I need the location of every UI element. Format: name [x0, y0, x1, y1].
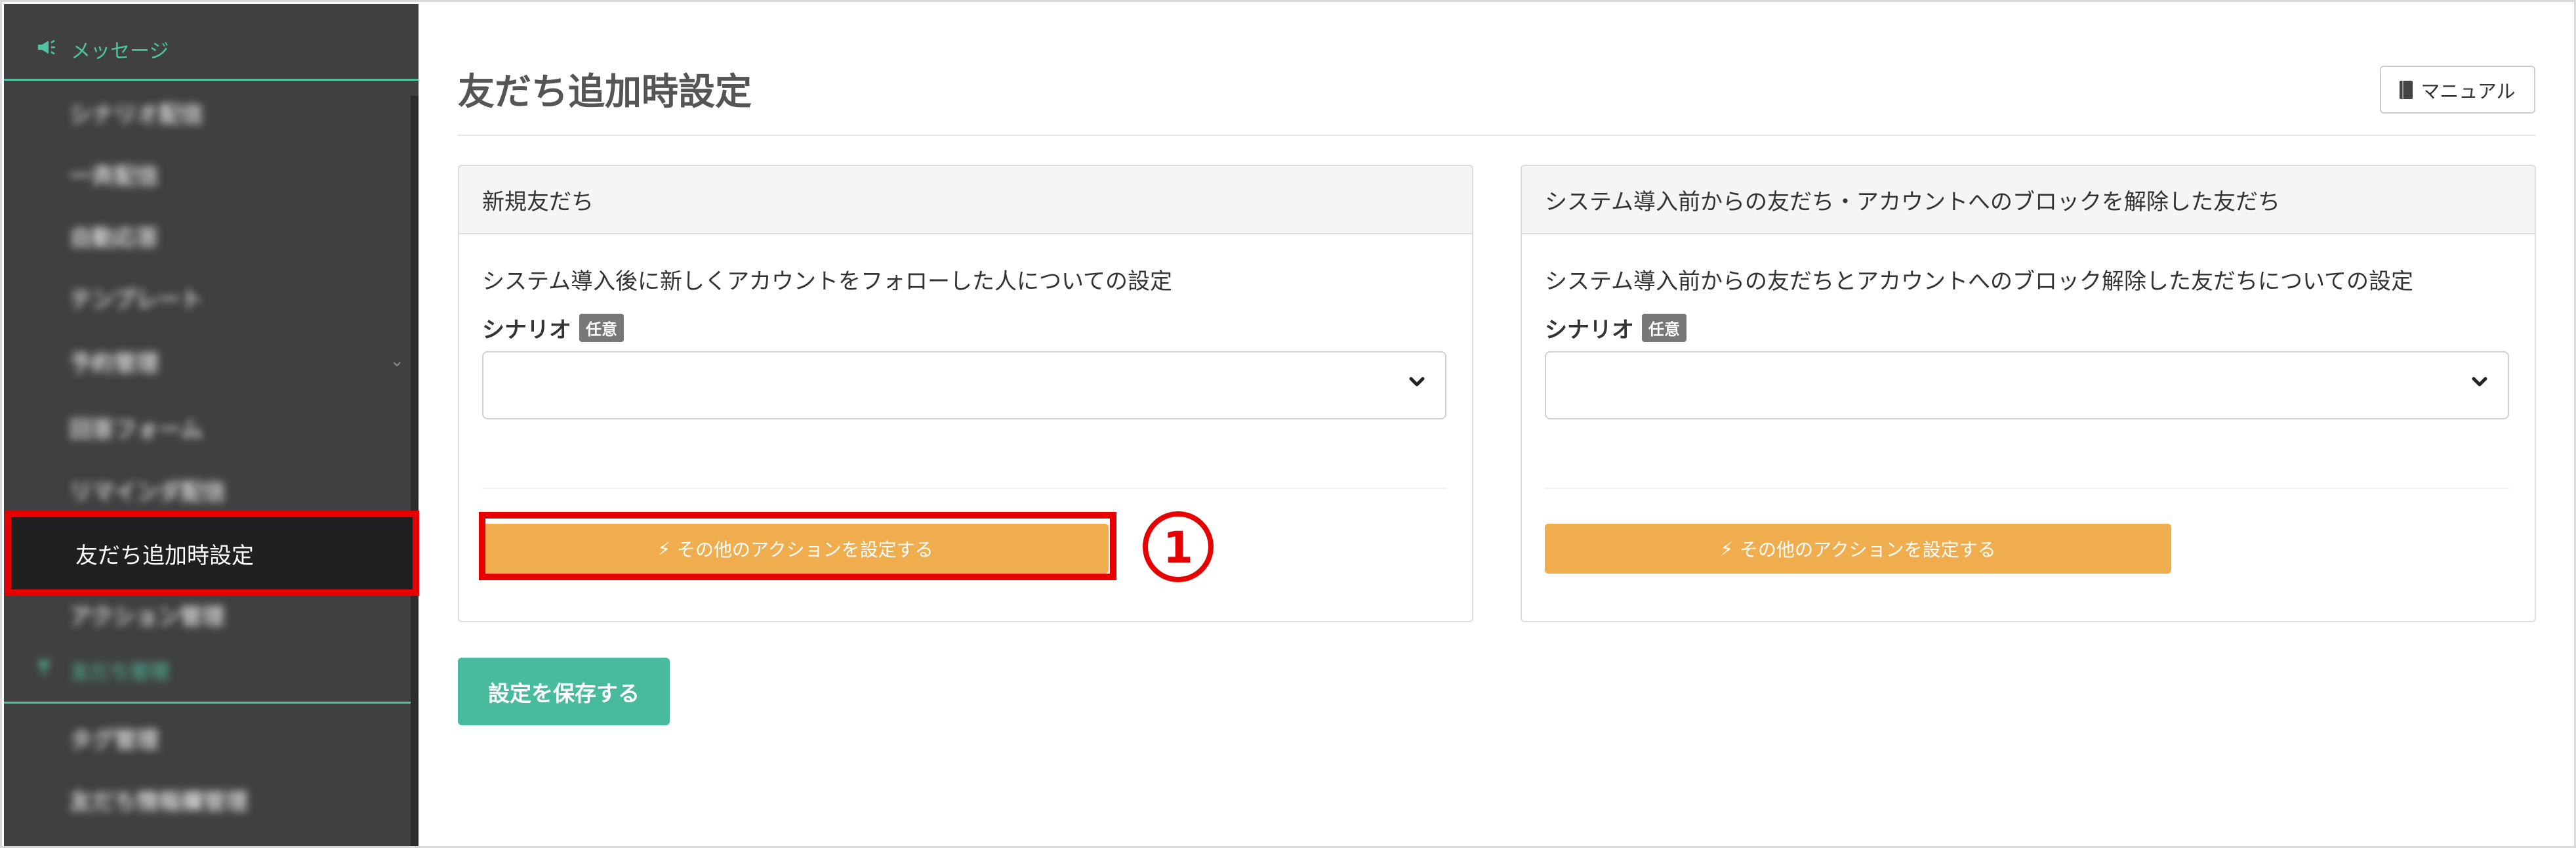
- save-settings-button-label: 設定を保存する: [488, 680, 640, 706]
- sidebar-item-friend-add-settings[interactable]: 友だち追加時設定: [5, 511, 419, 596]
- screenshot-frame: メッセージ シナリオ配信 一斉配信 自動応答 テンプレート 予約管理 ⌄ 回答フ…: [0, 0, 2576, 848]
- sidebar: メッセージ シナリオ配信 一斉配信 自動応答 テンプレート 予約管理 ⌄ 回答フ…: [4, 4, 419, 846]
- funnel-icon: [37, 659, 63, 682]
- sidebar-item-label: シナリオ配信: [70, 101, 203, 128]
- sidebar-item-tags[interactable]: タグ管理: [4, 707, 419, 769]
- sidebar-item-label: 友だち追加時設定: [75, 542, 254, 569]
- scenario-select[interactable]: [482, 351, 1446, 419]
- chevron-down-icon: ⌄: [390, 351, 404, 371]
- page-title: 友だち追加時設定: [458, 71, 752, 114]
- sidebar-divider: [4, 702, 419, 704]
- sidebar-item-label: テンプレート: [70, 286, 203, 313]
- manual-button-label: マニュアル: [2421, 79, 2516, 102]
- panel-title: システム導入前からの友だち・アカウントへのブロックを解除した友だち: [1522, 166, 2535, 234]
- sidebar-item-form[interactable]: 回答フォーム: [4, 396, 419, 458]
- scenario-select[interactable]: [1545, 351, 2509, 419]
- sidebar-section-messages[interactable]: メッセージ: [4, 26, 419, 72]
- manual-button[interactable]: マニュアル: [2380, 66, 2535, 114]
- book-icon: [2400, 80, 2413, 99]
- title-divider: [458, 135, 2536, 136]
- sidebar-item-auto-reply[interactable]: 自動応答: [4, 205, 419, 266]
- sidebar-section-friends[interactable]: 友だち管理: [4, 650, 419, 690]
- other-actions-button[interactable]: ⚡ その他のアクションを設定する: [1545, 524, 2171, 574]
- sidebar-item-label: 予約管理: [70, 350, 159, 377]
- scenario-label-text: シナリオ: [482, 317, 571, 343]
- sidebar-item-reservation[interactable]: 予約管理 ⌄: [4, 330, 419, 392]
- annotation-highlight-box: [479, 512, 1116, 580]
- panel-description: システム導入前からの友だちとアカウントへのブロック解除した友だちについての設定: [1545, 268, 2413, 295]
- sidebar-item-label: 友だち情報欄管理: [70, 788, 248, 815]
- sidebar-item-broadcast[interactable]: 一斉配信: [4, 143, 419, 205]
- sidebar-section-label: メッセージ: [71, 40, 169, 63]
- sidebar-item-label: リマインダ配信: [70, 478, 226, 505]
- sidebar-item-label: タグ管理: [70, 727, 159, 753]
- sidebar-item-label: 一斉配信: [70, 163, 159, 190]
- sidebar-item-friend-info[interactable]: 友だち情報欄管理: [4, 769, 419, 830]
- chevron-down-icon: [1409, 377, 1425, 387]
- annotation-marker-number: 1: [1163, 522, 1193, 573]
- bolt-icon: ⚡: [1720, 538, 1734, 560]
- panel-divider: [1545, 488, 2509, 489]
- megaphone-icon: [37, 38, 63, 61]
- sidebar-item-label: 回答フォーム: [70, 416, 203, 443]
- sidebar-divider: [4, 79, 419, 81]
- scenario-label: シナリオ 任意: [482, 312, 624, 344]
- sidebar-item-label: 自動応答: [70, 224, 159, 251]
- sidebar-item-label: アクション管理: [70, 603, 225, 630]
- sidebar-item-scenario[interactable]: シナリオ配信: [4, 81, 419, 143]
- sidebar-scrollbar[interactable]: [411, 96, 419, 846]
- panel-title: 新規友だち: [459, 166, 1472, 234]
- scenario-label: シナリオ 任意: [1545, 312, 1687, 344]
- optional-badge: 任意: [1642, 314, 1687, 342]
- optional-badge: 任意: [579, 314, 624, 342]
- panel-divider: [482, 488, 1446, 489]
- panel-description: システム導入後に新しくアカウントをフォローした人についての設定: [482, 268, 1172, 295]
- sidebar-section-label: 友だち管理: [71, 661, 169, 684]
- existing-friends-panel: システム導入前からの友だち・アカウントへのブロックを解除した友だち システム導入…: [1521, 165, 2536, 622]
- chevron-down-icon: [2472, 377, 2487, 387]
- sidebar-item-template[interactable]: テンプレート: [4, 266, 419, 328]
- annotation-marker: 1: [1143, 511, 1214, 582]
- scenario-label-text: シナリオ: [1545, 317, 1634, 343]
- other-actions-button-label: その他のアクションを設定する: [1740, 539, 1996, 561]
- save-settings-button[interactable]: 設定を保存する: [458, 658, 670, 725]
